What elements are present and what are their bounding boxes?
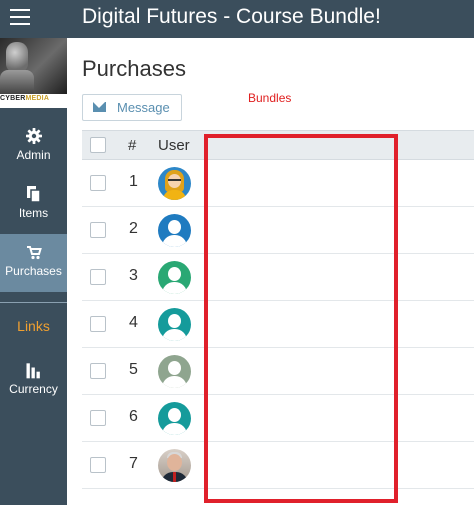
- sidebar-item-purchases-label: Purchases: [5, 264, 62, 278]
- sidebar-item-items-label: Items: [18, 206, 49, 220]
- app-title: Digital Futures - Course Bundle!: [82, 5, 381, 28]
- sidebar-item-admin-label: Admin: [16, 148, 51, 162]
- message-button[interactable]: Message: [82, 94, 182, 121]
- user-avatar-icon[interactable]: [158, 261, 191, 294]
- user-avatar-icon[interactable]: [158, 355, 191, 388]
- female-avatar-icon[interactable]: [158, 167, 191, 200]
- row-checkbox[interactable]: [90, 269, 106, 285]
- envelope-icon: [93, 102, 106, 112]
- row-number: 5: [129, 361, 138, 378]
- select-all-checkbox[interactable]: [90, 137, 106, 153]
- bar-chart-icon: [26, 363, 40, 379]
- row-number: 6: [129, 408, 138, 425]
- logo[interactable]: CYBERMEDIA: [0, 38, 67, 108]
- message-button-label: Message: [117, 100, 170, 115]
- row-checkbox[interactable]: [90, 175, 106, 191]
- row-number: 7: [129, 455, 138, 472]
- bundles-annotation: Bundles: [248, 91, 292, 105]
- user-avatar-icon[interactable]: [158, 214, 191, 247]
- sidebar-item-purchases[interactable]: Purchases: [0, 234, 67, 292]
- copy-icon: [26, 186, 41, 203]
- sidebar-item-currency-label: Currency: [9, 382, 58, 396]
- gear-icon: [25, 128, 42, 144]
- user-avatar-icon[interactable]: [158, 308, 191, 341]
- row-checkbox[interactable]: [90, 222, 106, 238]
- row-checkbox[interactable]: [90, 363, 106, 379]
- row-checkbox[interactable]: [90, 410, 106, 426]
- sidebar-item-links-label: Links: [17, 318, 50, 334]
- sidebar: CYBERMEDIA Admin Items Purchases Links C…: [0, 38, 67, 505]
- row-checkbox[interactable]: [90, 457, 106, 473]
- user-avatar-icon[interactable]: [158, 402, 191, 435]
- top-bar: Digital Futures - Course Bundle!: [0, 0, 474, 38]
- sidebar-item-currency[interactable]: Currency: [0, 360, 67, 396]
- bundles-highlight-box: [204, 134, 398, 503]
- page-title: Purchases: [82, 56, 186, 81]
- cart-icon: [26, 246, 42, 260]
- row-number: 2: [129, 220, 138, 237]
- photo-avatar-icon[interactable]: [158, 449, 191, 482]
- sidebar-item-admin[interactable]: Admin: [0, 126, 67, 162]
- sidebar-item-items[interactable]: Items: [0, 184, 67, 220]
- row-number: 4: [129, 314, 138, 331]
- row-number: 1: [129, 173, 138, 190]
- logo-robot-image: [0, 38, 67, 94]
- logo-text: CYBERMEDIA: [0, 95, 50, 102]
- sidebar-divider: [0, 302, 67, 303]
- column-header-user[interactable]: User: [158, 137, 190, 154]
- column-header-number[interactable]: #: [128, 137, 136, 154]
- row-number: 3: [129, 267, 138, 284]
- sidebar-item-links[interactable]: Links: [0, 318, 67, 334]
- hamburger-menu-icon[interactable]: [10, 9, 30, 27]
- row-checkbox[interactable]: [90, 316, 106, 332]
